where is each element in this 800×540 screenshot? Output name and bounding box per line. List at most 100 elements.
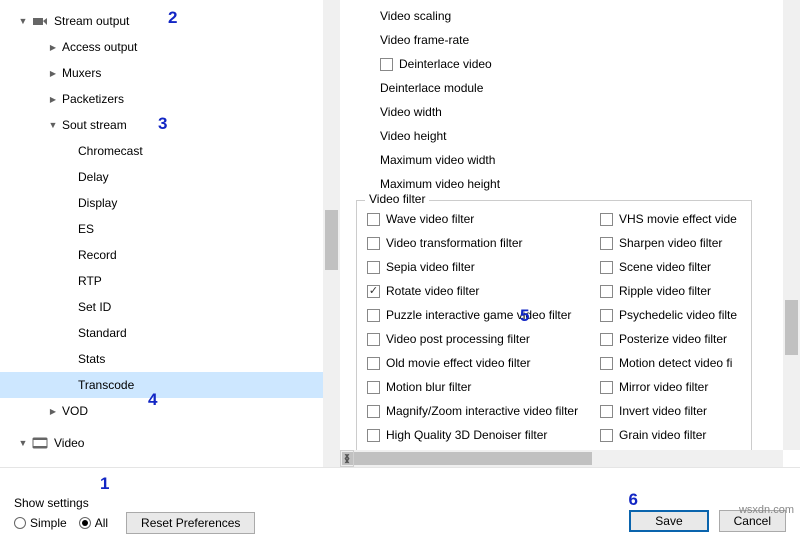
tree-label: RTP <box>78 274 102 288</box>
panel-hscrollbar[interactable] <box>340 450 783 467</box>
tree-scrollbar[interactable] <box>323 0 340 467</box>
row-rotate: Rotate video filter <box>367 279 592 303</box>
tree-vod[interactable]: VOD <box>0 398 340 424</box>
checkbox-deinterlace[interactable] <box>380 58 393 71</box>
tree-label: Packetizers <box>62 92 124 106</box>
tree-label: Delay <box>78 170 109 184</box>
tree-record[interactable]: Record <box>0 242 340 268</box>
row-ripple: Ripple video filter <box>600 279 740 303</box>
tree-muxers[interactable]: Muxers <box>0 60 340 86</box>
row-posterize: Posterize video filter <box>600 327 740 351</box>
row-deinterlace: Deinterlace video <box>380 52 800 76</box>
checkbox-vhs[interactable] <box>600 213 613 226</box>
chevron-right-icon <box>48 94 58 105</box>
tree-sout-stream[interactable]: Sout stream <box>0 112 340 138</box>
chevron-down-icon <box>18 438 28 449</box>
tree-label: Record <box>78 248 117 262</box>
category-tree: Stream output Access output Muxers Packe… <box>0 0 340 467</box>
checkbox-posterize[interactable] <box>600 333 613 346</box>
settings-panel: Video scaling Video frame-rate Deinterla… <box>340 0 800 467</box>
label-max-video-height: Maximum video height <box>380 172 800 196</box>
chevron-right-icon <box>48 42 58 53</box>
checkbox-psychedelic[interactable] <box>600 309 613 322</box>
tree-delay[interactable]: Delay <box>0 164 340 190</box>
checkbox-rotate[interactable] <box>367 285 380 298</box>
checkbox-sepia[interactable] <box>367 261 380 274</box>
checkbox-oldmovie[interactable] <box>367 357 380 370</box>
tree-stream-output[interactable]: Stream output <box>0 8 340 34</box>
reset-button[interactable]: Reset Preferences <box>126 512 255 534</box>
checkbox-transform[interactable] <box>367 237 380 250</box>
tree-label: Muxers <box>62 66 101 80</box>
tree-label: Sout stream <box>62 118 127 132</box>
checkbox-motionblur[interactable] <box>367 381 380 394</box>
checkbox-ripple[interactable] <box>600 285 613 298</box>
row-motiondetect: Motion detect video fi <box>600 351 740 375</box>
label-invert: Invert video filter <box>619 404 707 418</box>
tree-rtp[interactable]: RTP <box>0 268 340 294</box>
row-postproc: Video post processing filter <box>367 327 592 351</box>
checkbox-postproc[interactable] <box>367 333 380 346</box>
tree-label: Video <box>54 436 84 450</box>
label-oldmovie: Old movie effect video filter <box>386 356 531 370</box>
label-psychedelic: Psychedelic video filte <box>619 308 737 322</box>
panel-vscrollbar[interactable] <box>783 0 800 450</box>
stream-output-icon <box>32 13 48 29</box>
tree-access-output[interactable]: Access output <box>0 34 340 60</box>
radio-simple[interactable] <box>14 517 26 529</box>
checkbox-scene[interactable] <box>600 261 613 274</box>
tree-scrollbar-thumb[interactable] <box>325 210 338 270</box>
label-video-frame-rate: Video frame-rate <box>380 28 800 52</box>
checkbox-magnify[interactable] <box>367 405 380 418</box>
checkbox-wave[interactable] <box>367 213 380 226</box>
checkbox-grain[interactable] <box>600 429 613 442</box>
tree-label: Access output <box>62 40 137 54</box>
row-scene: Scene video filter <box>600 255 740 279</box>
tree-es[interactable]: ES <box>0 216 340 242</box>
show-settings-label: Show settings <box>14 496 255 510</box>
label-motiondetect: Motion detect video fi <box>619 356 732 370</box>
label-deinterlace-module: Deinterlace module <box>380 76 800 100</box>
tree-transcode[interactable]: Transcode <box>0 372 340 398</box>
chevron-right-icon <box>48 68 58 79</box>
tree-standard[interactable]: Standard <box>0 320 340 346</box>
checkbox-hq3d[interactable] <box>367 429 380 442</box>
label-sharpen: Sharpen video filter <box>619 236 722 250</box>
tree-display[interactable]: Display <box>0 190 340 216</box>
row-mirror: Mirror video filter <box>600 375 740 399</box>
tree-video[interactable]: Video <box>0 430 340 456</box>
label-postproc: Video post processing filter <box>386 332 530 346</box>
radio-all[interactable] <box>79 517 91 529</box>
tree-label: VOD <box>62 404 88 418</box>
row-oldmovie: Old movie effect video filter <box>367 351 592 375</box>
label-magnify: Magnify/Zoom interactive video filter <box>386 404 578 418</box>
label-rotate: Rotate video filter <box>386 284 479 298</box>
tree-stats[interactable]: Stats <box>0 346 340 372</box>
tree-label: Chromecast <box>78 144 143 158</box>
checkbox-mirror[interactable] <box>600 381 613 394</box>
row-grain: Grain video filter <box>600 423 740 447</box>
footer: Show settings Simple All Reset Preferenc… <box>0 482 800 540</box>
label-grain: Grain video filter <box>619 428 706 442</box>
video-icon <box>32 435 48 451</box>
panel-vscrollbar-thumb[interactable] <box>785 300 798 355</box>
panel-hscrollbar-thumb[interactable] <box>342 452 592 465</box>
save-button[interactable]: Save <box>629 510 708 532</box>
label-video-scaling: Video scaling <box>380 4 800 28</box>
checkbox-sharpen[interactable] <box>600 237 613 250</box>
checkbox-puzzle[interactable] <box>367 309 380 322</box>
label-sepia: Sepia video filter <box>386 260 475 274</box>
tree-set-id[interactable]: Set ID <box>0 294 340 320</box>
tree-label: ES <box>78 222 94 236</box>
tree-label: Stats <box>78 352 105 366</box>
checkbox-motiondetect[interactable] <box>600 357 613 370</box>
checkbox-invert[interactable] <box>600 405 613 418</box>
watermark: wsxdn.com <box>739 504 794 516</box>
tree-packetizers[interactable]: Packetizers <box>0 86 340 112</box>
label-video-height: Video height <box>380 124 800 148</box>
tree-chromecast[interactable]: Chromecast <box>0 138 340 164</box>
tree-label: Transcode <box>78 378 134 392</box>
hscroll-right-arrow[interactable]: ❯ <box>340 450 354 467</box>
label-transform: Video transformation filter <box>386 236 523 250</box>
tree-label: Standard <box>78 326 127 340</box>
